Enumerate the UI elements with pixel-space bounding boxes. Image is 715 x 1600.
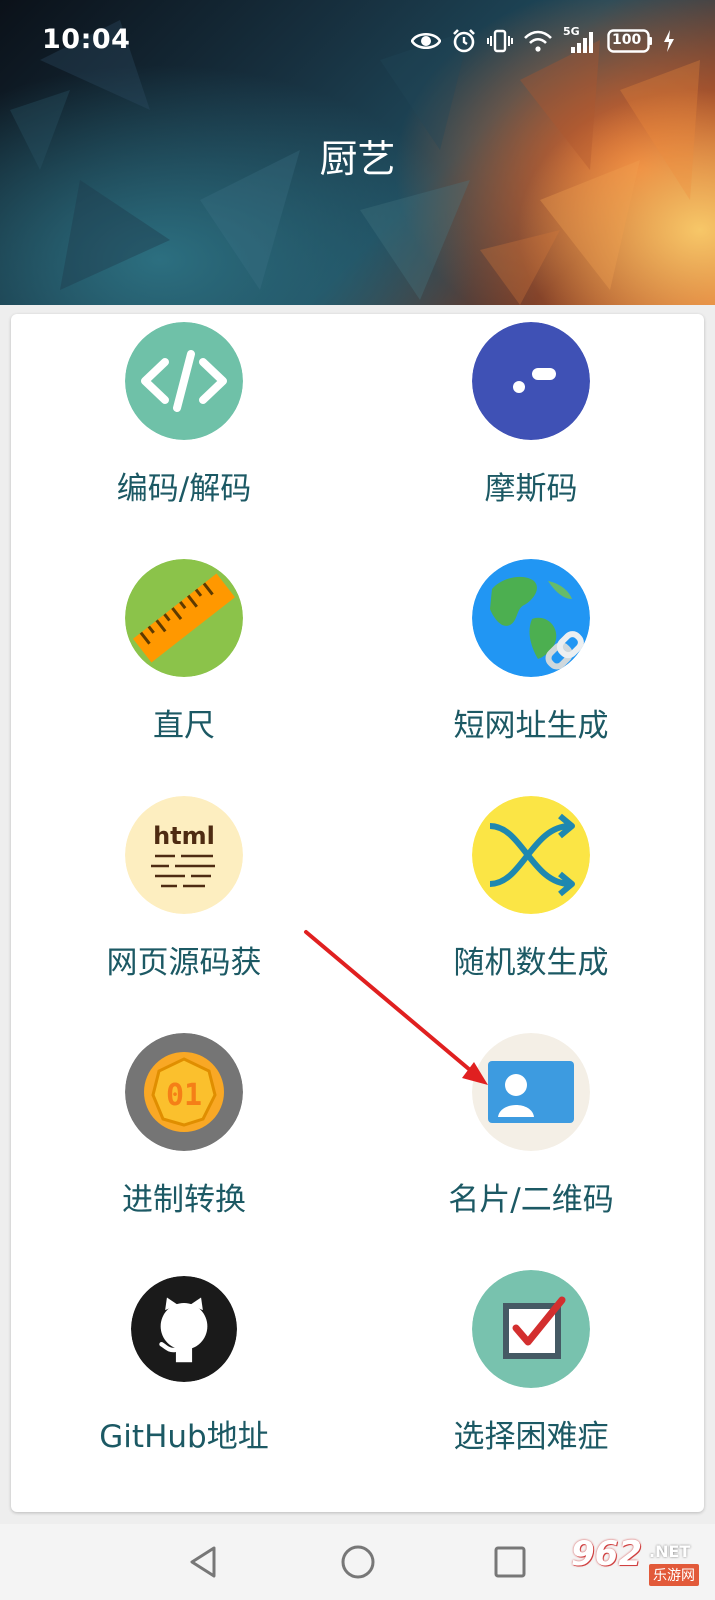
battery-icon: 100 [607,29,653,53]
page-title: 厨艺 [319,137,396,181]
tool-short-url[interactable]: 短网址生成 [358,555,704,795]
html-paper-icon: html [125,796,243,914]
status-icons: 5G 100 [411,25,675,56]
tool-morse-code[interactable]: 摩斯码 [358,318,704,558]
status-bar: 10:04 5G 100 [0,0,715,84]
tool-label: 随机数生成 [453,945,609,981]
tool-ruler[interactable]: 直尺 [11,555,357,795]
svg-text:html: html [153,822,215,850]
tool-choice-helper[interactable]: 选择困难症 [358,1266,704,1506]
eye-icon [411,30,441,52]
tool-base-convert[interactable]: 01 进制转换 [11,1029,357,1269]
tool-business-card-qr[interactable]: 名片/二维码 [358,1029,704,1269]
tool-encode-decode[interactable]: 编码/解码 [11,318,357,558]
watermark-logo: 962 .NET 乐游网 [571,1534,709,1594]
tool-label: 名片/二维码 [448,1182,614,1218]
morse-icon [472,322,590,440]
watermark-net: .NET [649,1542,691,1561]
status-time: 10:04 [42,24,131,55]
tool-label: 进制转换 [122,1182,246,1218]
tool-label: 直尺 [153,708,215,744]
tool-random-number[interactable]: 随机数生成 [358,792,704,1032]
checkbox-icon [472,1270,590,1388]
ruler-icon [125,559,243,677]
vibrate-icon [487,28,513,54]
watermark-number: 962 [571,1534,642,1574]
charging-icon [663,29,675,53]
tool-github-address[interactable]: GitHub地址 [11,1266,357,1506]
tools-grid: 编码/解码 摩斯码 直尺 短网址生成 html 网页源码获 随机数生成 01 进… [11,314,704,1512]
tool-page-source[interactable]: html 网页源码获 [11,792,357,1032]
tool-label: 编码/解码 [116,471,252,507]
battery-level: 100 [612,32,642,48]
tool-label: 摩斯码 [484,471,578,507]
back-icon[interactable] [180,1538,228,1586]
tool-label: 选择困难症 [453,1419,609,1455]
watermark-site: 乐游网 [649,1564,699,1586]
contact-card-icon [472,1033,590,1151]
home-icon[interactable] [334,1538,382,1586]
svg-text:01: 01 [166,1078,202,1113]
wifi-icon [523,29,553,53]
binary-coin-icon: 01 [125,1033,243,1151]
tool-label: 网页源码获 [106,945,262,981]
signal-icon: 5G [563,25,597,55]
recents-icon[interactable] [486,1538,534,1586]
alarm-icon [451,28,477,54]
globe-link-icon [472,559,590,677]
github-icon [131,1276,237,1382]
tool-label: 短网址生成 [453,708,609,744]
tool-label: GitHub地址 [99,1419,269,1455]
shuffle-icon [472,796,590,914]
code-icon [125,322,243,440]
